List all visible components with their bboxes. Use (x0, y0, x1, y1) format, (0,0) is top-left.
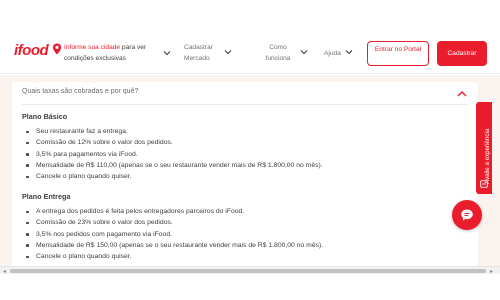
nav-ajuda[interactable]: Ajuda (324, 48, 346, 59)
faq-divider (22, 104, 468, 105)
list-item: A entrega dos pedidos é feita pelos entr… (25, 206, 323, 217)
plan-title: Plano Entrega (22, 192, 71, 201)
location-prompt[interactable]: Informe sua cidade para ver condições ex… (64, 42, 164, 64)
list-item: Cancele o plano quando quiser. (25, 251, 323, 262)
horizontal-scrollbar[interactable]: ◂ ▸ (0, 266, 500, 275)
chat-button[interactable] (452, 200, 482, 230)
nav-como-funciona[interactable]: Como funciona (262, 42, 294, 64)
chat-bubble-icon (461, 209, 473, 221)
plan-title: Plano Básico (22, 112, 68, 121)
list-item: Mensalidade de R$ 150,00 (apenas se o se… (25, 240, 323, 251)
list-item: Comissão de 23% sobre o valor dos pedido… (25, 217, 323, 228)
ifood-logo[interactable]: ifood (14, 42, 49, 59)
browser-bottom-area (0, 274, 500, 300)
plan-feature-list: A entrega dos pedidos é feita pelos entr… (25, 206, 323, 262)
faq-accordion-item: Quais taxas são cobradas e por quê? Plan… (12, 82, 478, 272)
faq-question[interactable]: Quais taxas são cobradas e por quê? (22, 88, 138, 95)
feedback-icon (480, 180, 488, 188)
chevron-down-icon[interactable] (224, 49, 232, 55)
signup-button[interactable]: Cadastrar (437, 41, 487, 66)
site-header: ifood Informe sua cidade para ver condiç… (0, 34, 500, 74)
list-item: 3,5% para pagamentos via iFood. (26, 149, 323, 160)
nav-cadastrar-mercado[interactable]: Cadastrar Mercado (184, 42, 220, 64)
chevron-down-icon[interactable] (163, 50, 171, 56)
list-item: Mensalidade de R$ 110,00 (apenas se o se… (26, 160, 323, 171)
location-prompt-highlight: Informe sua cidade (64, 44, 121, 51)
list-item: Cancele o plano quando quiser. (26, 171, 323, 182)
chevron-down-icon[interactable] (300, 49, 308, 55)
plan-feature-list: Seu restaurante faz a entrega. Comissão … (26, 126, 323, 182)
chevron-up-icon[interactable] (457, 90, 467, 97)
browser-top-strip (0, 0, 500, 8)
feedback-side-tab[interactable]: Avalie a experiência (476, 102, 492, 194)
list-item: Comissão de 12% sobre o valor dos pedido… (26, 137, 323, 148)
chevron-down-icon[interactable] (345, 49, 353, 55)
scrollbar-thumb[interactable] (10, 268, 486, 273)
list-item: Seu restaurante faz a entrega. (26, 126, 323, 137)
list-item: 3,5% nos pedidos com pagamento via iFood… (25, 229, 323, 240)
login-portal-button[interactable]: Entrar no Portal (367, 41, 429, 66)
map-pin-icon (52, 43, 62, 55)
feedback-side-tab-label: Avalie a experiência (484, 128, 491, 184)
